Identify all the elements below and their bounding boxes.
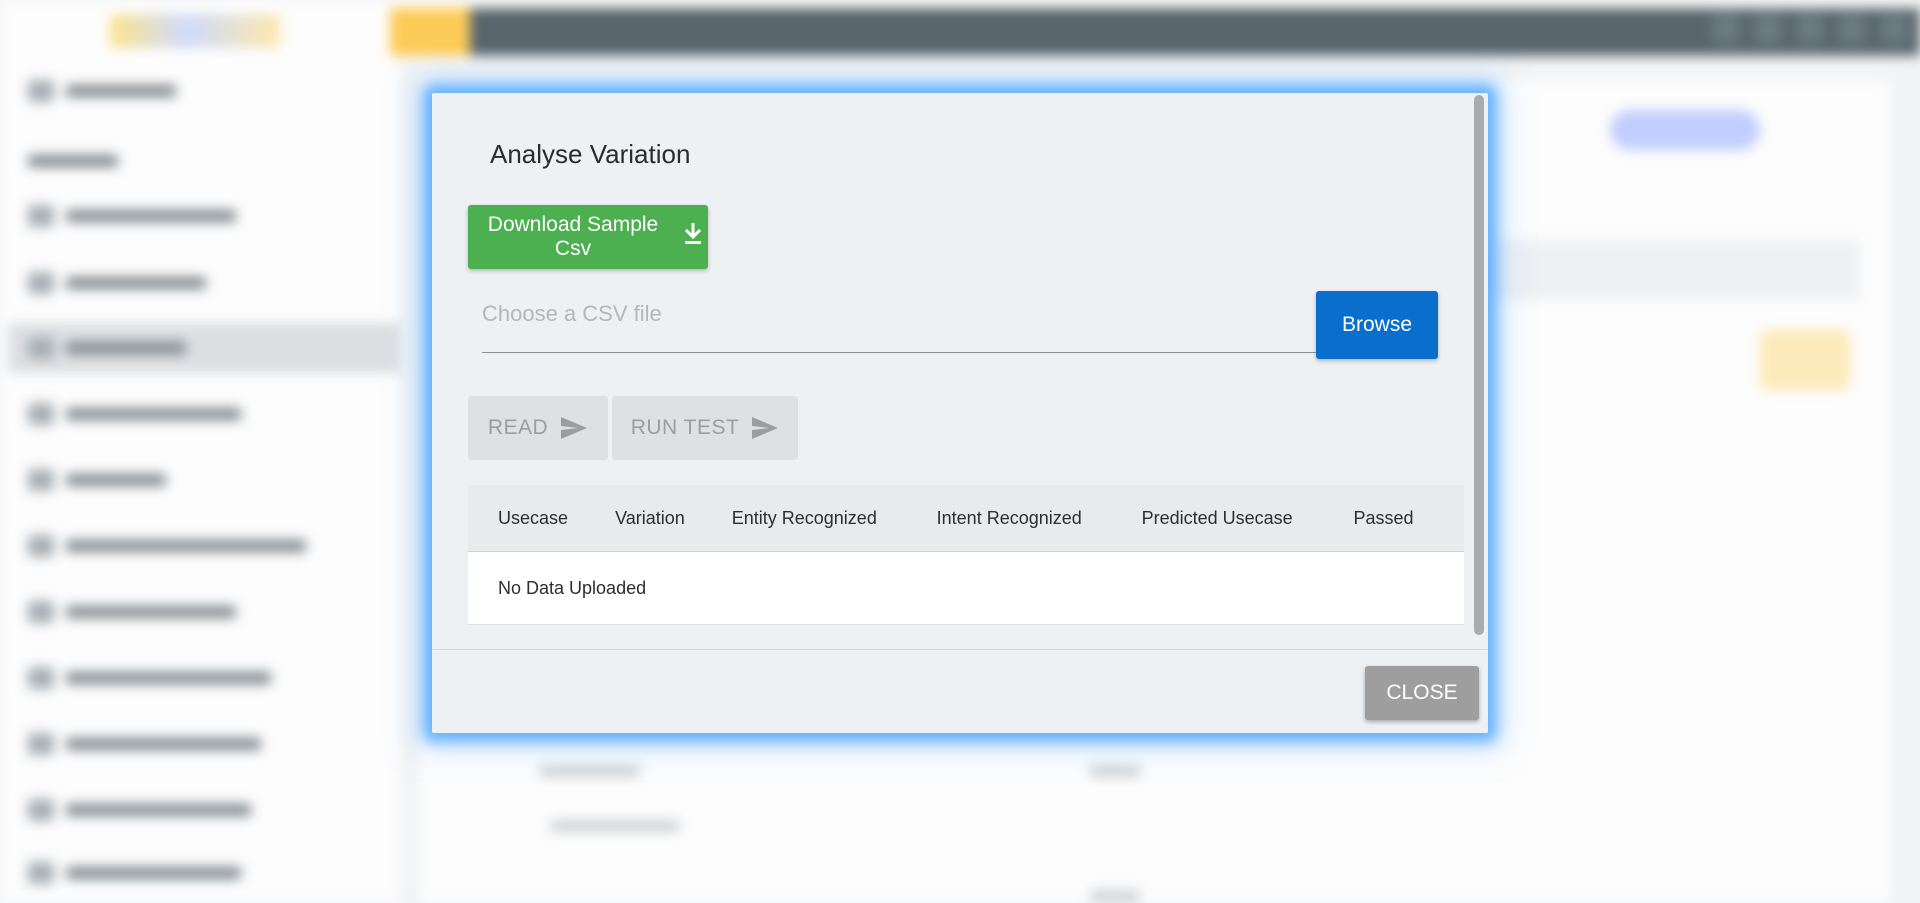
analyse-variation-dialog: Analyse Variation Download Sample Csv Br… — [432, 93, 1488, 733]
background-sidebar-item — [28, 205, 236, 227]
background-sidebar-item — [28, 535, 306, 557]
table-row: No Data Uploaded — [468, 551, 1464, 625]
background-sidebar-item — [28, 601, 236, 623]
send-icon — [751, 416, 779, 440]
run-test-button[interactable]: RUN TEST — [612, 396, 798, 460]
results-table: Usecase Variation Entity Recognized Inte… — [468, 485, 1464, 625]
background-sidebar-item — [28, 80, 176, 102]
background-brand-chip — [390, 8, 472, 56]
browse-label: Browse — [1341, 313, 1413, 336]
read-button[interactable]: READ — [468, 396, 608, 460]
column-header-variation: Variation — [585, 485, 702, 552]
background-text — [1090, 890, 1140, 902]
csv-file-input[interactable] — [482, 275, 1316, 353]
background-text — [540, 765, 640, 777]
background-topbar-icons — [1712, 14, 1908, 44]
column-header-usecase: Usecase — [468, 485, 586, 552]
background-row — [1480, 240, 1860, 300]
background-blue-pill — [1610, 110, 1760, 150]
background-logo — [110, 14, 280, 48]
download-icon — [684, 222, 702, 251]
close-label: CLOSE — [1386, 681, 1458, 704]
background-yellow-chip — [1760, 330, 1850, 390]
download-sample-csv-button[interactable]: Download Sample Csv — [468, 205, 708, 269]
background-sidebar-item — [28, 733, 261, 755]
dialog-scrollbar[interactable] — [1474, 95, 1484, 635]
empty-table-message: No Data Uploaded — [468, 551, 1464, 625]
background-sidebar-item — [28, 403, 241, 425]
read-label: READ — [487, 416, 549, 439]
browse-button[interactable]: Browse — [1316, 291, 1438, 359]
background-sidebar-item — [28, 667, 271, 689]
background-sidebar-item — [28, 337, 186, 359]
background-text — [1090, 765, 1140, 777]
dialog-footer-divider — [432, 649, 1488, 650]
background-sidebar-item — [28, 469, 166, 491]
column-header-passed: Passed — [1323, 485, 1464, 552]
background-text — [550, 820, 680, 832]
background-sidebar-item — [28, 272, 206, 294]
table-header-row: Usecase Variation Entity Recognized Inte… — [468, 485, 1464, 552]
background-sidebar-item — [28, 862, 241, 884]
close-button[interactable]: CLOSE — [1365, 666, 1479, 720]
send-icon — [560, 416, 588, 440]
column-header-predicted-usecase: Predicted Usecase — [1111, 485, 1324, 552]
run-test-label: RUN TEST — [630, 416, 740, 439]
background-topbar-dark — [470, 8, 1920, 56]
background-sidebar-item — [28, 799, 251, 821]
column-header-intent-recognized: Intent Recognized — [906, 485, 1112, 552]
column-header-entity-recognized: Entity Recognized — [701, 485, 907, 552]
download-sample-csv-label: Download Sample Csv — [487, 213, 659, 260]
dialog-title: Analyse Variation — [490, 139, 691, 169]
background-sidebar-item — [28, 150, 118, 172]
